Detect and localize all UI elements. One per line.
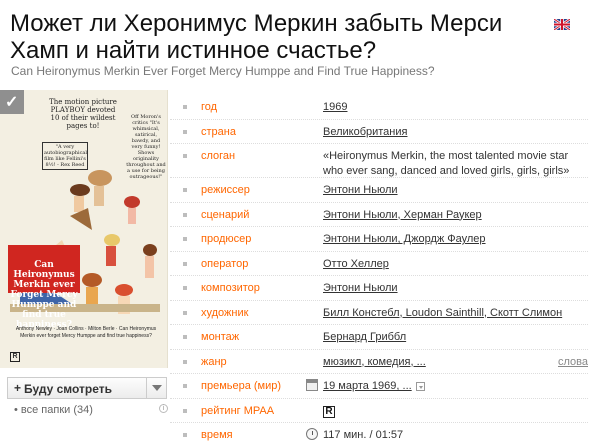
clock-icon	[306, 428, 318, 440]
watchlist-label: Буду смотреть	[24, 382, 113, 396]
country-link[interactable]: Великобритания	[323, 126, 407, 138]
folders-text[interactable]: • все папки (34)	[14, 404, 93, 416]
detail-label: страна	[201, 125, 236, 138]
detail-row-editing: монтаж Бернард Гриббл	[170, 325, 588, 350]
row-marker	[183, 359, 187, 364]
detail-label: оператор	[201, 257, 249, 270]
watchlist-dropdown[interactable]	[146, 378, 166, 398]
detail-label: продюсер	[201, 233, 252, 245]
detail-row-operator: оператор Отто Хеллер	[170, 252, 588, 276]
keywords-link[interactable]: слова	[558, 356, 588, 368]
poster-title: Can Heironymus Merkin ever Forget Mercy …	[10, 260, 78, 330]
mpaa-rating-icon[interactable]: R	[323, 405, 335, 418]
detail-row-premiere: премьера (мир) 19 марта 1969, ...	[170, 374, 588, 399]
original-title: Can Heironymus Merkin Ever Forget Mercy …	[11, 64, 435, 78]
detail-label: сценарий	[201, 208, 250, 221]
folders-link[interactable]: • все папки (34) i	[14, 404, 168, 416]
detail-row-writer: сценарий Энтони Ньюли, Херман Раукер	[170, 203, 588, 227]
row-marker	[183, 384, 187, 388]
movie-poster[interactable]: ✓ The motion picture PLAYBOY devoted 10 …	[0, 90, 168, 368]
detail-row-producer: продюсер Энтони Ньюли, Джордж Фаулер	[170, 227, 588, 252]
detail-row-country: страна Великобритания	[170, 120, 588, 144]
detail-label: год	[201, 101, 218, 113]
info-icon[interactable]: i	[159, 404, 168, 413]
detail-label: премьера (мир)	[201, 380, 282, 392]
uk-flag-icon[interactable]	[554, 19, 570, 30]
row-marker	[183, 105, 187, 109]
premiere-link[interactable]: 19 марта 1969, ...	[323, 380, 412, 392]
detail-row-composer: композитор Энтони Ньюли	[170, 276, 588, 301]
detail-row-artist: художник Билл Констебл, Loudon Sainthill…	[170, 301, 588, 325]
runtime-text: 117 мин. / 01:57	[323, 429, 404, 441]
artist-link[interactable]: Билл Констебл, Loudon Sainthill, Скотт С…	[323, 307, 562, 319]
detail-label: рейтинг MPAA	[201, 404, 275, 417]
calendar-icon[interactable]	[306, 379, 318, 391]
slogan-text: «Heironymus Merkin, the most talented mo…	[323, 150, 570, 177]
watchlist-button[interactable]: + Буду смотреть	[7, 377, 167, 399]
detail-label: монтаж	[201, 331, 240, 343]
row-marker	[183, 433, 187, 437]
editing-link[interactable]: Бернард Гриббл	[323, 331, 406, 343]
detail-label: художник	[201, 306, 249, 319]
poster-credits: Anthony Newley · Joan Collins · Milton B…	[15, 326, 157, 339]
detail-label: время	[201, 429, 233, 441]
detail-label: композитор	[201, 282, 260, 294]
row-marker	[183, 310, 187, 315]
plus-icon: +	[14, 381, 22, 395]
row-marker	[183, 188, 187, 192]
row-marker	[183, 408, 187, 413]
row-marker	[183, 335, 187, 339]
detail-row-mpaa: рейтинг MPAA R	[170, 399, 588, 423]
detail-row-year: год 1969	[170, 95, 588, 120]
row-marker	[183, 154, 187, 158]
detail-label: режиссер	[201, 184, 250, 196]
row-marker	[183, 129, 187, 134]
detail-row-runtime: время 117 мин. / 01:57	[170, 423, 588, 448]
page-title: Может ли Херонимус Меркин забыть Мерси Х…	[10, 10, 503, 64]
chevron-down-icon	[152, 385, 162, 391]
detail-row-slogan: слоган «Heironymus Merkin, the most tale…	[170, 144, 588, 178]
row-marker	[183, 237, 187, 241]
director-link[interactable]: Энтони Ньюли	[323, 184, 398, 196]
chevron-down-icon[interactable]	[415, 381, 425, 391]
operator-link[interactable]: Отто Хеллер	[323, 258, 389, 270]
genre-link[interactable]: мюзикл, комедия, ...	[323, 356, 426, 368]
detail-row-director: режиссер Энтони Ньюли	[170, 178, 588, 203]
detail-label: слоган	[201, 150, 236, 162]
producer-link[interactable]: Энтони Ньюли, Джордж Фаулер	[323, 233, 486, 245]
row-marker	[183, 212, 187, 217]
year-link[interactable]: 1969	[323, 101, 347, 113]
row-marker	[183, 261, 187, 266]
poster-rating: R	[10, 352, 20, 362]
writer-link[interactable]: Энтони Ньюли, Херман Раукер	[323, 209, 482, 221]
composer-link[interactable]: Энтони Ньюли	[323, 282, 398, 294]
row-marker	[183, 286, 187, 290]
detail-row-genre: жанр мюзикл, комедия, ... слова	[170, 350, 588, 374]
detail-label: жанр	[201, 355, 227, 368]
